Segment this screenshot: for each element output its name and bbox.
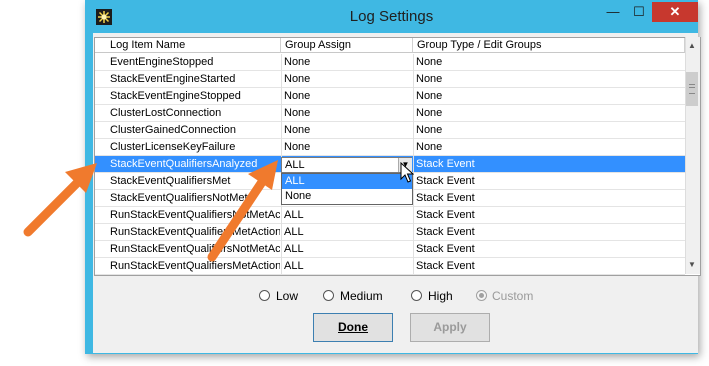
grip-icon xyxy=(689,84,695,94)
log-item-name-cell: EventEngineStopped xyxy=(110,56,214,68)
column-header-log-item-name[interactable]: Log Item Name xyxy=(95,38,281,53)
group-type-cell: None xyxy=(416,107,443,119)
dropdown-option-none[interactable]: None xyxy=(282,189,412,204)
column-header-group-type[interactable]: Group Type / Edit Groups xyxy=(413,38,685,53)
group-type-cell: Stack Event xyxy=(416,192,475,204)
group-assign-cell[interactable]: ALL xyxy=(284,258,412,274)
log-item-name-cell: RunStackEventQualifiersMetAction xyxy=(110,260,280,272)
column-header-group-assign[interactable]: Group Assign xyxy=(281,38,413,53)
group-assign-cell[interactable]: None xyxy=(284,88,412,104)
scroll-up-icon[interactable]: ▲ xyxy=(685,38,699,54)
log-item-name-cell: StackEventEngineStarted xyxy=(110,73,236,85)
radio-high-label: High xyxy=(428,289,453,303)
apply-button: Apply xyxy=(410,313,490,342)
mouse-cursor-icon xyxy=(400,161,415,187)
combobox-value: ALL xyxy=(285,159,305,171)
radio-medium[interactable] xyxy=(323,290,334,301)
close-button[interactable]: ✕ xyxy=(652,2,698,22)
group-assign-cell[interactable]: ALL xyxy=(284,241,412,257)
log-item-name-cell: ClusterGainedConnection xyxy=(110,124,236,136)
group-type-cell: Stack Event xyxy=(416,209,475,221)
log-item-name-cell: StackEventEngineStopped xyxy=(110,90,241,102)
group-type-cell: Stack Event xyxy=(416,226,475,238)
group-assign-cell[interactable]: None xyxy=(284,139,412,155)
minimize-button[interactable]: — xyxy=(600,2,626,22)
group-type-cell: Stack Event xyxy=(416,260,475,272)
grip-line xyxy=(689,87,695,88)
log-item-name-cell: RunStackEventQualifiersNotMetAction xyxy=(110,243,280,255)
group-type-cell: None xyxy=(416,141,443,153)
group-type-cell: None xyxy=(416,56,443,68)
done-button-label: Done xyxy=(338,320,368,334)
group-assign-cell[interactable]: None xyxy=(284,122,412,138)
log-item-name-cell: RunStackEventQualifiersNotMetAction xyxy=(110,209,280,221)
maximize-button[interactable]: ☐ xyxy=(626,2,652,22)
done-button[interactable]: Done xyxy=(313,313,393,342)
group-type-cell: Stack Event xyxy=(416,175,475,187)
log-item-name-cell: ClusterLostConnection xyxy=(110,107,222,119)
radio-medium-label: Medium xyxy=(340,289,383,303)
log-item-name-cell: RunStackEventQualifiersMetAction xyxy=(110,226,280,238)
group-type-cell: None xyxy=(416,124,443,136)
group-assign-cell[interactable]: None xyxy=(284,54,412,70)
scroll-down-icon[interactable]: ▼ xyxy=(685,257,699,273)
radio-custom-dot xyxy=(479,293,484,298)
group-type-cell: None xyxy=(416,73,443,85)
group-type-cell: Stack Event xyxy=(416,158,475,170)
log-item-name-cell: StackEventQualifiersAnalyzed xyxy=(110,158,258,170)
group-type-cell: Stack Event xyxy=(416,243,475,255)
log-item-name-cell: StackEventQualifiersNotMet xyxy=(110,192,248,204)
dropdown-option-all[interactable]: ALL xyxy=(282,174,412,189)
group-assign-cell[interactable]: None xyxy=(284,71,412,87)
group-assign-cell[interactable]: None xyxy=(284,105,412,121)
log-item-name-cell: ClusterLicenseKeyFailure xyxy=(110,141,236,153)
radio-low[interactable] xyxy=(259,290,270,301)
group-type-cell: None xyxy=(416,90,443,102)
group-assign-cell[interactable]: ALL xyxy=(284,224,412,240)
log-item-name-cell: StackEventQualifiersMet xyxy=(110,175,231,187)
radio-high[interactable] xyxy=(411,290,422,301)
group-assign-cell[interactable]: ALL xyxy=(284,207,412,223)
radio-custom-label: Custom xyxy=(492,289,534,303)
apply-button-label: Apply xyxy=(433,320,467,334)
radio-low-label: Low xyxy=(276,289,299,303)
